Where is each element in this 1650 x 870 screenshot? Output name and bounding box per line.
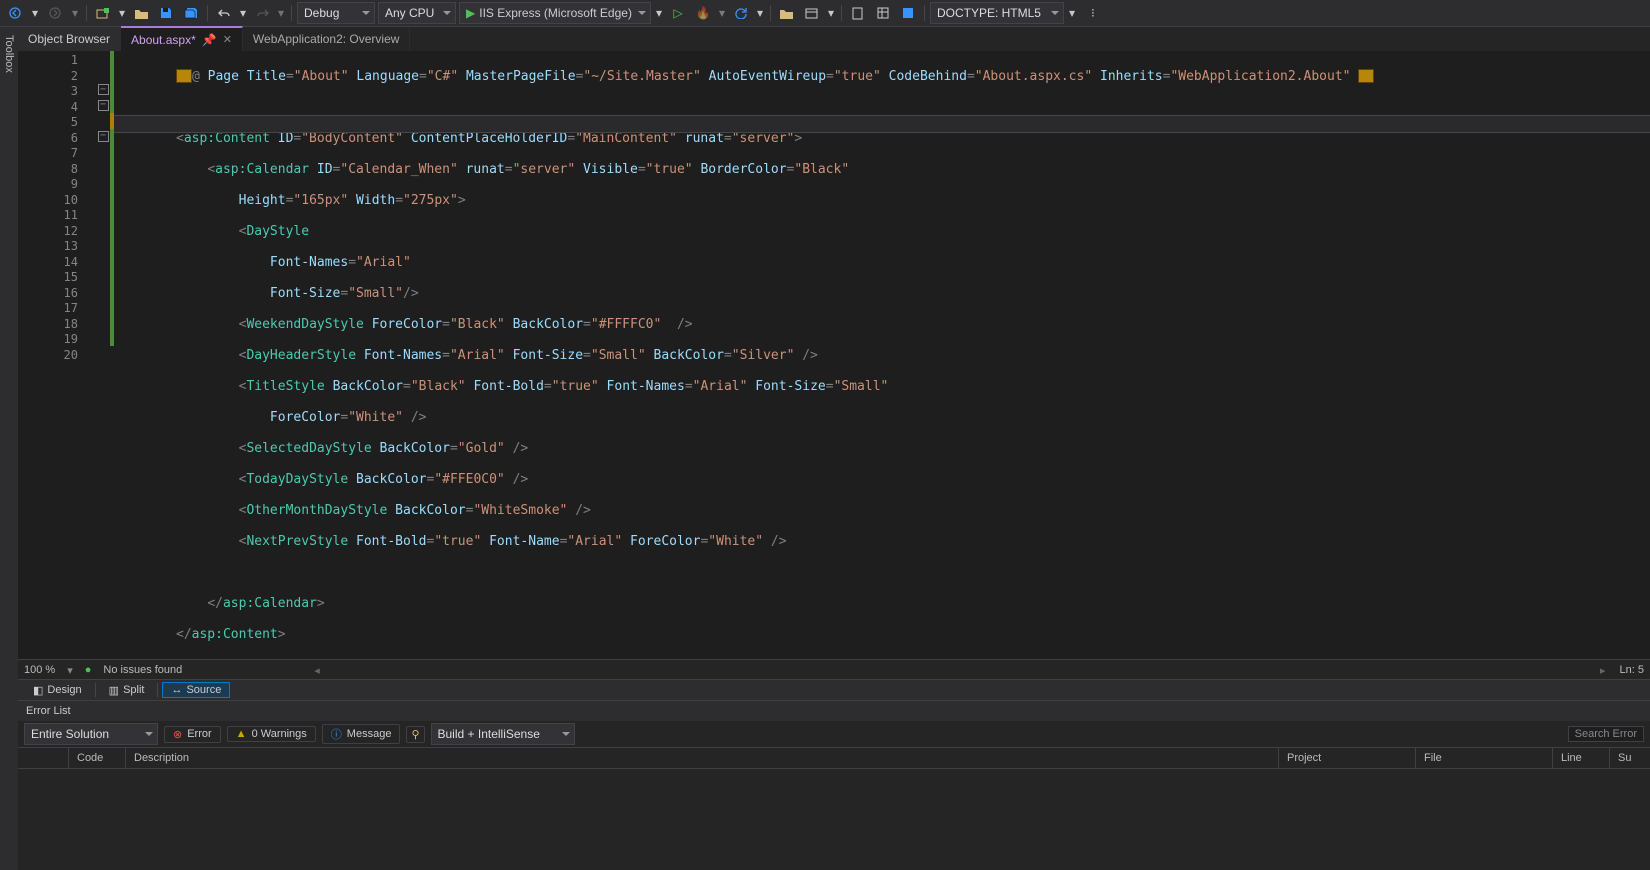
view-mode-bar: ◧ Design ▥ Split ↔ Source bbox=[18, 679, 1650, 700]
extensions-button[interactable] bbox=[801, 3, 823, 23]
toolbox-panel[interactable]: Toolbox bbox=[0, 27, 19, 870]
warnings-filter[interactable]: ▲0 Warnings bbox=[227, 726, 316, 742]
col-suppression[interactable]: Su bbox=[1610, 748, 1650, 768]
tab-about-aspx[interactable]: About.aspx*📌✕ bbox=[121, 26, 243, 51]
col-file[interactable]: File bbox=[1416, 748, 1553, 768]
run-split-dropdown[interactable]: ▾ bbox=[654, 3, 664, 23]
new-project-dropdown[interactable]: ▾ bbox=[117, 3, 127, 23]
pin-icon[interactable]: 📌 bbox=[202, 33, 217, 47]
filter-icon: ⚲ bbox=[411, 728, 419, 741]
doc-outline-button[interactable] bbox=[847, 3, 869, 23]
redo-button[interactable] bbox=[251, 3, 273, 23]
start-without-debug-button[interactable]: ▷ bbox=[667, 3, 689, 23]
css-button[interactable] bbox=[897, 3, 919, 23]
error-source-combo[interactable]: Build + IntelliSense bbox=[431, 723, 575, 745]
h-scroll-left-icon[interactable]: ◂ bbox=[314, 664, 320, 677]
hot-reload-dropdown[interactable]: ▾ bbox=[717, 3, 727, 23]
error-search-input[interactable]: Search Error bbox=[1568, 726, 1644, 742]
messages-filter[interactable]: ⓘMessage bbox=[322, 724, 401, 744]
directive-end-icon bbox=[1358, 69, 1374, 83]
fold-gutter[interactable]: −−− bbox=[96, 51, 110, 361]
h-scroll-right-icon[interactable]: ▸ bbox=[1600, 664, 1606, 677]
open-file-button[interactable] bbox=[130, 3, 152, 23]
error-list-header: Code Description Project File Line Su bbox=[18, 748, 1650, 769]
cursor-line: Ln: 5 bbox=[1620, 664, 1644, 676]
errors-filter[interactable]: ⊗Error bbox=[164, 726, 221, 743]
platform-combo[interactable]: Any CPU bbox=[378, 2, 456, 24]
line-gutter: 1234567891011121314151617181920 bbox=[18, 51, 96, 660]
check-icon: ● bbox=[85, 664, 92, 676]
doctype-combo[interactable]: DOCTYPE: HTML5 bbox=[930, 2, 1064, 24]
col-code[interactable]: Code bbox=[69, 748, 126, 768]
view-split-button[interactable]: ▥ Split bbox=[100, 682, 154, 699]
toolbar-overflow[interactable]: ⁝ bbox=[1082, 3, 1104, 23]
nav-back-button[interactable] bbox=[4, 3, 26, 23]
code-content[interactable]: @ Page Title="About" Language="C#" Maste… bbox=[96, 51, 1650, 660]
warning-icon: ▲ bbox=[236, 728, 247, 740]
extensions-dropdown[interactable]: ▾ bbox=[826, 3, 836, 23]
refresh-dropdown[interactable]: ▾ bbox=[755, 3, 765, 23]
col-line[interactable]: Line bbox=[1553, 748, 1610, 768]
editor-status-bar: 100 %▾ ●No issues found ◂ ▸ Ln: 5 bbox=[18, 659, 1650, 680]
tab-object-browser[interactable]: Object Browser bbox=[18, 27, 121, 51]
info-icon: ⓘ bbox=[331, 726, 342, 742]
code-editor[interactable]: 1234567891011121314151617181920 −−− @ Pa… bbox=[18, 51, 1650, 660]
nav-forward-dropdown[interactable]: ▾ bbox=[69, 3, 81, 23]
configuration-combo[interactable]: Debug bbox=[297, 2, 375, 24]
undo-button[interactable] bbox=[213, 3, 235, 23]
browser-link-button[interactable] bbox=[776, 3, 798, 23]
error-list-title[interactable]: Error List bbox=[18, 701, 1650, 721]
document-tab-well: Object Browser About.aspx*📌✕ WebApplicat… bbox=[18, 27, 1650, 52]
close-icon[interactable]: ✕ bbox=[223, 33, 232, 46]
change-gutter bbox=[110, 51, 114, 361]
clear-filter-button[interactable]: ⚲ bbox=[406, 726, 424, 743]
error-list-toolbar: Entire Solution ⊗Error ▲0 Warnings ⓘMess… bbox=[18, 721, 1650, 748]
new-project-button[interactable] bbox=[92, 3, 114, 23]
nav-forward-button[interactable] bbox=[44, 3, 66, 23]
run-button[interactable]: ▶IIS Express (Microsoft Edge) bbox=[459, 2, 651, 24]
doctype-side-dropdown[interactable]: ▾ bbox=[1067, 3, 1077, 23]
view-source-button[interactable]: ↔ Source bbox=[162, 682, 230, 698]
save-button[interactable] bbox=[155, 3, 177, 23]
tab-overview[interactable]: WebApplication2: Overview bbox=[243, 27, 411, 51]
zoom-level[interactable]: 100 % bbox=[24, 664, 55, 676]
error-icon: ⊗ bbox=[173, 728, 182, 741]
manage-styles-button[interactable] bbox=[872, 3, 894, 23]
col-project[interactable]: Project bbox=[1279, 748, 1416, 768]
issues-text: No issues found bbox=[103, 664, 182, 676]
current-line-highlight bbox=[114, 115, 1650, 133]
col-description[interactable]: Description bbox=[126, 748, 1279, 768]
save-all-button[interactable] bbox=[180, 3, 202, 23]
undo-dropdown[interactable]: ▾ bbox=[238, 3, 248, 23]
refresh-button[interactable] bbox=[730, 3, 752, 23]
view-design-button[interactable]: ◧ Design bbox=[24, 682, 91, 699]
directive-icon bbox=[176, 69, 192, 83]
toolbox-label: Toolbox bbox=[3, 35, 15, 73]
error-list-panel: Error List Entire Solution ⊗Error ▲0 War… bbox=[18, 700, 1650, 870]
redo-dropdown[interactable]: ▾ bbox=[276, 3, 286, 23]
error-scope-combo[interactable]: Entire Solution bbox=[24, 723, 158, 745]
main-toolbar: ▾ ▾ ▾ ▾ ▾ Debug Any CPU ▶IIS Express (Mi… bbox=[0, 0, 1650, 27]
nav-back-dropdown[interactable]: ▾ bbox=[29, 3, 41, 23]
hot-reload-button[interactable]: 🔥 bbox=[692, 3, 714, 23]
